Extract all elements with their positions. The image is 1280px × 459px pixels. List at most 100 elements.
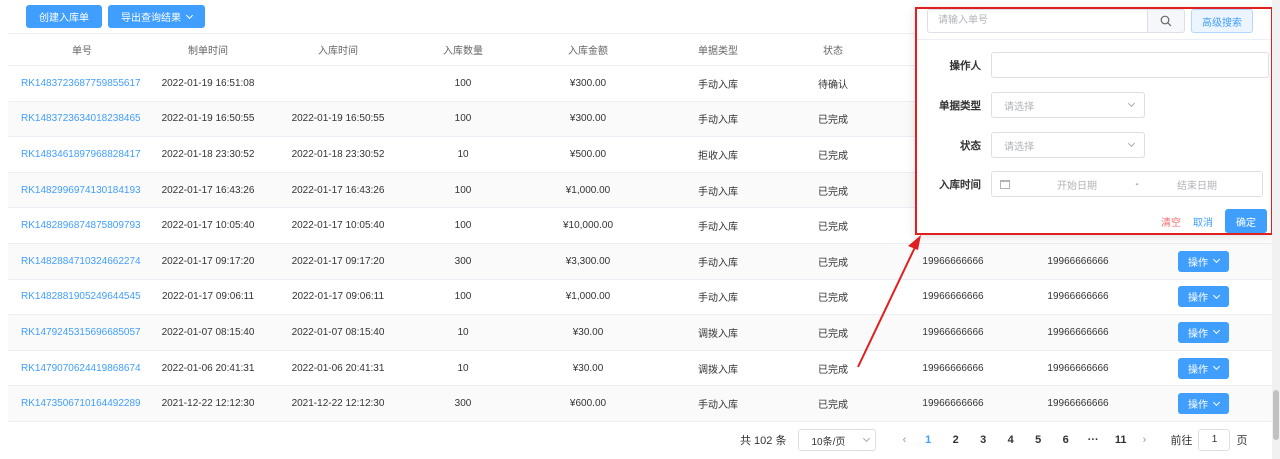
in-time-range-picker[interactable]: 开始日期 - 结束日期 — [991, 171, 1263, 197]
order-number-link[interactable]: RK1483723687759855617 — [8, 78, 143, 89]
table-cell-type: 调拨入库 — [698, 364, 738, 376]
page-number-button[interactable]: 2 — [942, 434, 970, 446]
page-number-button[interactable]: 6 — [1052, 434, 1080, 446]
operator-input[interactable] — [991, 52, 1269, 78]
table-cell-op2: 19966666666 — [1047, 255, 1109, 267]
table-cell-in_time: 2022-01-07 08:15:40 — [291, 326, 385, 338]
page: 创建入库单 导出查询结果 单号 制单时间 入库时间 入库数量 入库金额 单据类型 状态 RK… — [0, 0, 1280, 459]
chevron-down-icon — [1212, 291, 1221, 299]
table-cell-amount: ¥30.00 — [572, 326, 604, 338]
create-inbound-button[interactable]: 创建入库单 — [26, 5, 102, 28]
order-number-link[interactable]: RK1473506710164492289 — [8, 398, 143, 409]
cancel-button[interactable]: 取消 — [1193, 214, 1213, 229]
row-actions-button[interactable]: 操作 — [1178, 321, 1229, 343]
order-number-link[interactable]: RK1482881905249644545 — [8, 291, 143, 302]
page-number-button[interactable]: 4 — [997, 434, 1025, 446]
table-cell-in_time: 2022-01-17 10:05:40 — [291, 220, 385, 232]
table-cell-op1: 19966666666 — [922, 326, 984, 338]
table-cell-type: 拒收入库 — [698, 150, 738, 162]
order-number-link[interactable]: RK1479070624419868674 — [8, 363, 143, 374]
row-actions-label: 操作 — [1188, 400, 1208, 412]
clear-button[interactable]: 清空 — [1161, 214, 1181, 229]
order-number-link[interactable]: RK1483723634018238465 — [8, 113, 143, 124]
goto-page-input[interactable]: 1 — [1198, 429, 1231, 451]
status-select[interactable]: 请选择 — [991, 132, 1145, 158]
table-cell-op1: 19966666666 — [922, 255, 984, 267]
table-cell-amount: ¥500.00 — [569, 148, 607, 160]
table-cell-qty: 10 — [457, 326, 469, 338]
table-row: RK1482884710324662274 2022-01-17 09:17:20… — [8, 243, 1274, 280]
column-header: 状态 — [823, 46, 843, 57]
prev-page-button[interactable]: ‹ — [894, 434, 914, 446]
table-cell-amount: ¥10,000.00 — [562, 220, 614, 232]
table-cell-type: 手动入库 — [698, 293, 738, 305]
doc-type-select[interactable]: 请选择 — [991, 92, 1145, 118]
page-size-value: 10条/页 — [811, 436, 846, 448]
goto-suffix: 页 — [1236, 435, 1248, 447]
chevron-down-icon — [1212, 256, 1221, 264]
table-cell-amount: ¥1,000.00 — [565, 291, 611, 303]
order-number-link[interactable]: RK1482884710324662274 — [8, 256, 143, 267]
page-size-select[interactable]: 10条/页 — [798, 429, 877, 451]
order-number-link[interactable]: RK1483461897968828417 — [8, 149, 143, 160]
doc-type-placeholder: 请选择 — [1004, 101, 1034, 113]
chevron-down-icon — [1212, 398, 1221, 406]
table-cell-qty: 10 — [457, 362, 469, 374]
scrollbar[interactable] — [1272, 0, 1280, 459]
row-actions-label: 操作 — [1188, 257, 1208, 269]
order-number-link[interactable]: RK1479245315696685057 — [8, 327, 143, 338]
range-separator: - — [1135, 178, 1139, 190]
table-cell-type: 手动入库 — [698, 257, 738, 269]
search-bar: 请输入单号 高级搜索 — [927, 9, 1253, 33]
row-actions-button[interactable]: 操作 — [1178, 393, 1229, 415]
next-page-button[interactable]: › — [1134, 434, 1154, 446]
table-cell-status: 已完成 — [818, 115, 848, 127]
page-number-button[interactable]: 5 — [1024, 434, 1052, 446]
chevron-down-icon — [1212, 327, 1221, 335]
order-number-link[interactable]: RK1482996974130184193 — [8, 185, 143, 196]
table-cell-qty: 100 — [454, 77, 472, 89]
page-number-button[interactable]: 11 — [1107, 434, 1135, 446]
chevron-down-icon — [185, 11, 194, 19]
table-row: RK1482881905249644545 2022-01-17 09:06:11… — [8, 280, 1274, 316]
table-cell-actions: 操作 — [1133, 357, 1274, 379]
row-actions-button[interactable]: 操作 — [1178, 250, 1229, 272]
table-cell-actions: 操作 — [1133, 393, 1274, 415]
status-row: 状态 请选择 — [917, 132, 1145, 158]
table-cell-amount: ¥1,000.00 — [565, 184, 611, 196]
order-number-link[interactable]: RK1482896874875809793 — [8, 220, 143, 231]
doc-type-label: 单据类型 — [939, 99, 981, 112]
export-results-button[interactable]: 导出查询结果 — [108, 5, 205, 28]
table-cell-in_time: 2022-01-06 20:41:31 — [291, 362, 385, 374]
table-cell-amount: ¥300.00 — [569, 77, 607, 89]
table-cell-status: 待确认 — [818, 79, 848, 91]
scrollbar-thumb[interactable] — [1273, 390, 1279, 440]
chevron-down-icon — [1127, 139, 1136, 148]
advanced-search-button[interactable]: 高级搜索 — [1191, 9, 1253, 33]
goto-page: 前往 1 页 — [1170, 429, 1247, 451]
more-pages-button[interactable]: ··· — [1079, 434, 1107, 446]
table-cell-amount: ¥30.00 — [572, 362, 604, 374]
table-cell-in_time: 2022-01-19 16:50:55 — [291, 113, 385, 125]
row-actions-label: 操作 — [1188, 293, 1208, 305]
row-actions-label: 操作 — [1188, 364, 1208, 376]
table-cell-actions: 操作 — [1133, 286, 1274, 308]
table-cell-type: 调拨入库 — [698, 328, 738, 340]
confirm-button[interactable]: 确定 — [1225, 209, 1267, 233]
table-row: RK1473506710164492289 2021-12-22 12:12:30… — [8, 386, 1274, 422]
page-number-button[interactable]: 3 — [969, 434, 997, 446]
table-cell-op1: 19966666666 — [922, 362, 984, 374]
panel-divider — [917, 39, 1271, 40]
row-actions-button[interactable]: 操作 — [1178, 357, 1229, 379]
search-button[interactable] — [1147, 9, 1185, 33]
chevron-down-icon — [863, 434, 871, 443]
row-actions-button[interactable]: 操作 — [1178, 286, 1229, 308]
order-number-search-input[interactable]: 请输入单号 — [927, 9, 1147, 33]
end-date-input[interactable]: 结束日期 — [1162, 177, 1232, 192]
operator-label: 操作人 — [949, 59, 982, 72]
start-date-input[interactable]: 开始日期 — [1042, 177, 1112, 192]
search-icon — [1160, 15, 1172, 27]
page-number-button[interactable]: 1 — [914, 434, 942, 446]
pagination: 共 102 条 10条/页 ‹ 1 2 3 4 5 6 ··· 11 › 前往 1 页 — [740, 427, 1270, 453]
panel-actions: 清空 取消 确定 — [1161, 209, 1267, 233]
